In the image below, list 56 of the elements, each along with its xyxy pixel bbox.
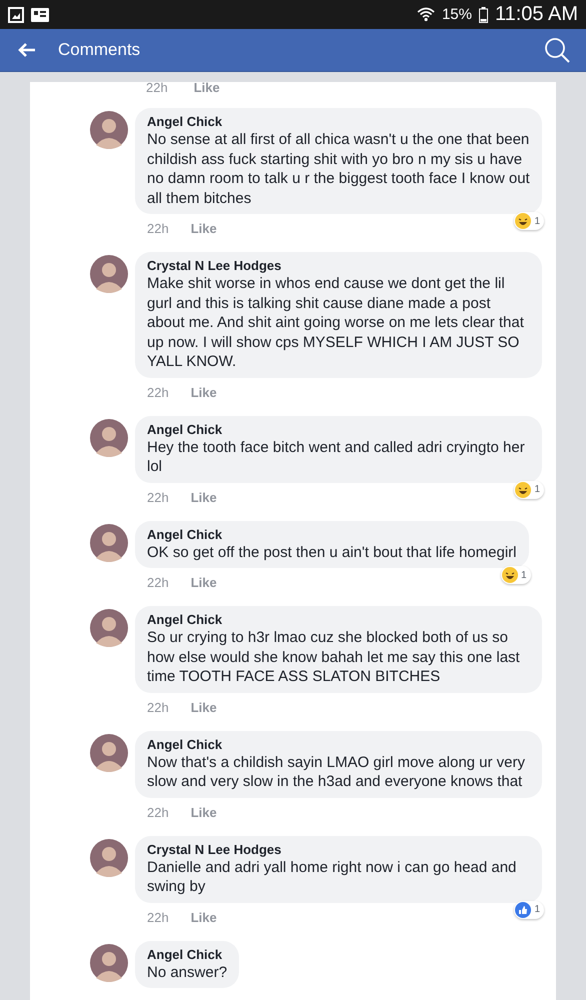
wifi-icon: [416, 6, 435, 22]
comment-author[interactable]: Angel Chick: [147, 611, 530, 628]
comment-author[interactable]: Angel Chick: [147, 113, 530, 130]
comment-author[interactable]: Crystal N Lee Hodges: [147, 257, 530, 274]
like-link[interactable]: Like: [190, 910, 217, 924]
reaction-badge[interactable]: 1: [514, 212, 544, 230]
comment-time: 22h: [147, 221, 169, 236]
like-link[interactable]: Like: [190, 575, 217, 590]
reaction-badge[interactable]: 1: [514, 480, 544, 498]
comment-time: 22h: [146, 82, 168, 94]
clock: 11:05 AM: [494, 3, 578, 26]
comment-text: No sense at all first of all chica wasn't u the one that been childish ass fuck starting shit with yo bro n my sis u have no damn room to talk u r the biggest tooth face I know out all them bitches: [147, 130, 530, 208]
comment-author[interactable]: Crystal N Lee Hodges: [147, 840, 530, 858]
avatar[interactable]: [90, 524, 128, 562]
laughing-face-icon: [515, 482, 532, 498]
comment-time: 22h: [147, 384, 169, 400]
comment-author[interactable]: Angel Chick: [147, 736, 530, 752]
avatar[interactable]: [90, 944, 128, 982]
reaction-badge[interactable]: 1: [500, 566, 530, 584]
like-link[interactable]: Like: [194, 82, 220, 94]
comment-text: Hey the tooth face bitch went and called adri cryingto her lol: [147, 438, 526, 476]
comment-text: So ur crying to h3r lmao cuz she blocked both of us so how else would she know bahah let me say this one last time TOOTH FACE ASS SLATON BITCHES: [147, 628, 521, 686]
like-link[interactable]: Like: [190, 490, 217, 504]
comment-time: 22h: [147, 575, 169, 590]
comment-author[interactable]: Angel Chick: [147, 526, 516, 542]
like-link[interactable]: Like: [190, 804, 217, 820]
battery-icon: [478, 6, 488, 22]
avatar[interactable]: [90, 838, 128, 876]
avatar[interactable]: [90, 255, 128, 293]
search-icon[interactable]: [544, 37, 570, 63]
avatar[interactable]: [90, 418, 128, 456]
comment-text: No answer?: [147, 962, 228, 982]
like-link[interactable]: Like: [190, 221, 217, 236]
laughing-face-icon: [515, 213, 532, 229]
comment-author[interactable]: Angel Chick: [147, 420, 530, 438]
laughing-face-icon: [502, 567, 518, 583]
comment-time: 22h: [147, 700, 169, 714]
comment-time: 22h: [147, 490, 169, 504]
avatar[interactable]: [90, 609, 128, 647]
comment-text: Make shit worse in whos end cause we dont get the lil gurl and this is talking shit cause diane made a post about me. And shit aint going worse on me lets clear that up now. I will show cps MYSELF WHICH I AM JUST SO YALL KNOW.: [147, 274, 525, 372]
comment-time: 22h: [147, 910, 169, 924]
comment-text: Danielle and adri yall home right now i can go head and swing by: [147, 858, 518, 896]
page-title: Comments: [58, 40, 142, 60]
like-link[interactable]: Like: [190, 700, 217, 714]
comment-text: Now that's a childish sayin LMAO girl move along ur very slow and very slow in the h3ad and everyone knows that: [147, 752, 526, 792]
thumbs-up-icon: [515, 902, 532, 918]
battery-percent: 15%: [442, 6, 472, 23]
reaction-badge[interactable]: 1: [514, 900, 544, 918]
card-icon: [31, 8, 49, 22]
avatar[interactable]: [90, 111, 128, 149]
comment-time: 22h: [147, 804, 169, 820]
like-link[interactable]: Like: [190, 384, 217, 400]
comment-author[interactable]: Angel Chick: [147, 946, 228, 962]
gallery-icon: [8, 6, 24, 22]
avatar[interactable]: [90, 734, 128, 772]
comment-text: OK so get off the post then u ain't bout that life homegirl: [147, 542, 516, 562]
